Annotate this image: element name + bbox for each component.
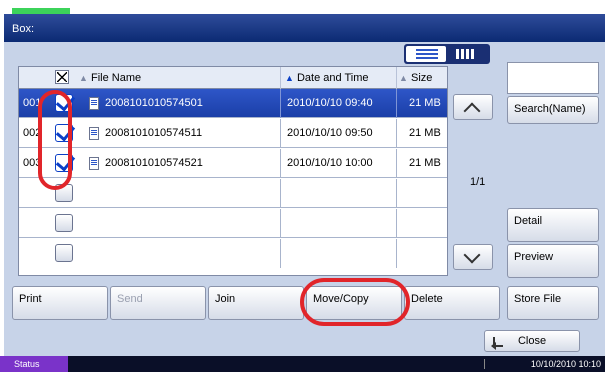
button-label: Send — [117, 293, 143, 305]
row-checkbox[interactable] — [55, 244, 73, 262]
status-button[interactable]: Status — [0, 356, 68, 372]
highlight-ring-move-copy — [300, 278, 410, 326]
date-cell — [281, 179, 397, 208]
table-row[interactable]: 002 2008101010574511 2010/10/10 09:50 21… — [19, 119, 447, 148]
column-label: Size — [410, 72, 433, 84]
row-checkbox[interactable] — [55, 214, 73, 232]
empty-row — [19, 209, 447, 238]
size-cell: 21 MB — [409, 127, 441, 139]
table-header: ▲ File Name ▲ Date and Time ▲ Size — [19, 67, 447, 89]
scroll-up-button[interactable] — [453, 94, 493, 120]
button-label: Join — [215, 293, 236, 305]
date-cell — [281, 239, 397, 268]
search-name-button[interactable]: Search(Name) — [507, 96, 599, 124]
sort-triangle-icon: ▲ — [79, 73, 88, 83]
empty-row — [19, 179, 447, 208]
column-size[interactable]: ▲ Size — [397, 67, 447, 89]
view-toggle[interactable] — [404, 44, 490, 64]
box-screen: Box: ▲ File Name ▲ Date and Time ▲ Size … — [0, 0, 605, 372]
date-cell: 2010/10/10 09:50 — [281, 119, 397, 148]
join-button[interactable]: Join — [208, 286, 304, 320]
file-name: 2008101010574521 — [105, 157, 203, 169]
select-all-checkbox[interactable] — [55, 70, 69, 84]
status-divider — [484, 359, 485, 369]
list-view-icon — [416, 49, 438, 59]
sort-triangle-icon: ▲ — [285, 73, 294, 83]
thumbnail-view-icon[interactable] — [452, 48, 482, 60]
close-button[interactable]: Close — [484, 330, 580, 352]
file-table: ▲ File Name ▲ Date and Time ▲ Size 001 2… — [18, 66, 448, 276]
document-icon — [89, 97, 99, 110]
store-file-button[interactable]: Store File — [507, 286, 599, 320]
file-name-cell: 2008101010574501 — [75, 89, 281, 118]
file-name: 2008101010574501 — [105, 97, 203, 109]
table-row[interactable]: 001 2008101010574501 2010/10/10 09:40 21… — [19, 89, 447, 118]
highlight-ring-checkboxes — [38, 90, 72, 190]
scroll-down-button[interactable] — [453, 244, 493, 270]
button-label: Close — [517, 335, 547, 347]
date-cell: 2010/10/10 09:40 — [281, 89, 397, 118]
status-datetime: 10/10/2010 10:10 — [530, 359, 601, 369]
send-button[interactable]: Send — [110, 286, 206, 320]
button-label: Detail — [514, 215, 543, 227]
button-label: Store File — [514, 293, 562, 305]
date-cell: 2010/10/10 10:00 — [281, 149, 397, 178]
size-cell: 21 MB — [409, 157, 441, 169]
sort-triangle-icon: ▲ — [399, 73, 408, 83]
button-label: Preview — [514, 251, 554, 263]
column-date-time[interactable]: ▲ Date and Time — [281, 67, 397, 89]
empty-row — [19, 239, 447, 268]
status-bar: Status 10/10/2010 10:10 — [0, 356, 605, 372]
document-icon — [89, 157, 99, 170]
column-label: File Name — [90, 72, 142, 84]
button-label: Search(Name) — [514, 103, 586, 115]
table-row[interactable]: 003 2008101010574521 2010/10/10 10:00 21… — [19, 149, 447, 178]
file-name-cell — [75, 209, 281, 238]
list-view-button[interactable] — [406, 46, 446, 62]
file-name-cell: 2008101010574511 — [75, 119, 281, 148]
button-label: Print — [19, 293, 42, 305]
window-title: Box: — [4, 14, 605, 42]
search-field[interactable] — [507, 62, 599, 94]
document-icon — [89, 127, 99, 140]
detail-button[interactable]: Detail — [507, 208, 599, 242]
date-cell — [281, 209, 397, 238]
print-button[interactable]: Print — [12, 286, 108, 320]
file-name: 2008101010574511 — [105, 127, 203, 139]
file-name-cell — [75, 179, 281, 208]
file-name-cell: 2008101010574521 — [75, 149, 281, 178]
page-indicator: 1/1 — [470, 176, 486, 188]
size-cell: 21 MB — [409, 97, 441, 109]
button-label: Delete — [411, 293, 443, 305]
column-file-name[interactable]: ▲ File Name — [75, 67, 281, 89]
preview-button[interactable]: Preview — [507, 244, 599, 278]
file-name-cell — [75, 239, 281, 268]
column-label: Date and Time — [296, 72, 369, 84]
chevron-down-icon — [463, 246, 481, 264]
delete-button[interactable]: Delete — [404, 286, 500, 320]
chevron-up-icon — [463, 102, 481, 120]
